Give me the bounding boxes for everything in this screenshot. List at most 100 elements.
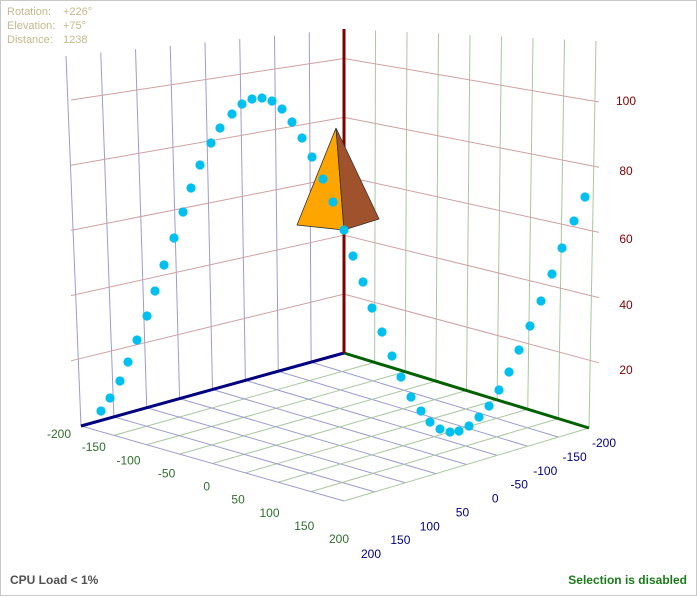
data-point	[267, 96, 277, 106]
z-tick-label: 100	[420, 519, 440, 533]
x-tick-label: -200	[47, 427, 71, 441]
data-point	[339, 225, 349, 235]
data-point	[580, 192, 590, 202]
data-point	[514, 345, 524, 355]
data-point	[416, 406, 426, 416]
data-point	[247, 94, 257, 104]
data-point	[547, 269, 557, 279]
selection-status: Selection is disabled	[568, 573, 687, 587]
data-point	[227, 109, 237, 119]
data-point	[406, 392, 416, 402]
data-point	[215, 123, 225, 133]
data-point	[474, 412, 484, 422]
data-point	[536, 296, 546, 306]
cpu-load-status: CPU Load < 1%	[10, 573, 99, 587]
x-tick-label: -50	[158, 466, 176, 480]
grid-line	[274, 35, 279, 372]
data-point	[435, 424, 445, 434]
grid-line	[466, 34, 471, 391]
data-point	[237, 99, 247, 109]
grid-line	[435, 33, 439, 382]
z-tick-label: -200	[592, 436, 616, 450]
grid-line	[239, 39, 246, 381]
grid-line	[343, 57, 600, 103]
data-point	[277, 104, 287, 114]
grid-line	[135, 49, 148, 408]
data-point	[328, 197, 338, 207]
y-tick-label: 100	[616, 94, 636, 108]
data-point	[132, 335, 142, 345]
data-point	[115, 376, 125, 386]
grid-line	[496, 36, 502, 400]
grid-line	[374, 30, 376, 363]
data-point	[377, 327, 387, 337]
grid-line	[70, 57, 345, 101]
x-tick-label: 150	[294, 519, 314, 533]
chart-3d: -200-150-100-50050100150200-200-150-100-…	[47, 29, 636, 561]
data-point	[96, 406, 106, 416]
data-point	[195, 160, 205, 170]
data-point	[178, 207, 188, 217]
data-point	[150, 286, 160, 296]
data-point	[494, 385, 504, 395]
data-point	[159, 260, 169, 270]
grid-line	[70, 293, 345, 362]
data-point	[396, 372, 406, 382]
y-tick-label: 80	[619, 164, 633, 178]
data-point	[318, 174, 328, 184]
data-point	[504, 367, 514, 377]
data-point	[169, 233, 179, 243]
data-point	[307, 152, 317, 162]
grid-line	[343, 116, 600, 168]
data-point	[105, 393, 115, 403]
z-tick-label: 50	[456, 505, 470, 519]
x-tick-label: 100	[259, 506, 279, 520]
x-tick-label: 50	[231, 493, 245, 507]
data-point	[454, 426, 464, 436]
grid-line	[404, 31, 408, 372]
z-tick-label: -150	[563, 450, 587, 464]
data-point	[387, 351, 397, 361]
data-point	[287, 117, 297, 127]
grid-line	[169, 45, 181, 399]
y-tick-label: 20	[619, 363, 633, 377]
x-tick-label: -100	[116, 453, 140, 467]
data-point	[297, 133, 307, 143]
data-point	[425, 417, 435, 427]
data-point	[569, 216, 579, 226]
data-point	[525, 321, 535, 331]
z-tick-label: 200	[361, 547, 381, 561]
data-point	[257, 93, 267, 103]
grid-line	[527, 37, 534, 410]
z-tick-label: -50	[511, 478, 529, 492]
z-tick-label: 150	[390, 533, 410, 547]
data-point	[367, 303, 377, 313]
z-tick-label: 0	[492, 492, 499, 506]
chart-viewport[interactable]: Rotation: +226° Elevation: +75° Distance: 1…	[0, 0, 697, 596]
grid-line	[588, 40, 597, 429]
grid-line	[70, 234, 345, 297]
data-point	[445, 427, 455, 437]
data-point	[348, 251, 358, 261]
data-point	[464, 421, 474, 431]
data-point	[557, 243, 567, 253]
z-tick-label: -100	[533, 464, 557, 478]
y-tick-label: 60	[619, 232, 633, 246]
grid-line	[100, 52, 115, 417]
data-point	[123, 357, 133, 367]
grid-line	[343, 175, 600, 233]
pyramid-side-face	[335, 127, 380, 231]
x-axis	[80, 351, 345, 428]
data-point	[206, 138, 216, 148]
grid-line	[204, 42, 213, 390]
grid-line	[65, 55, 82, 427]
data-point	[358, 277, 368, 287]
data-point	[186, 183, 196, 193]
data-point	[484, 401, 494, 411]
x-tick-label: -150	[82, 440, 106, 454]
data-point	[142, 311, 152, 321]
x-tick-label: 200	[329, 532, 349, 546]
x-tick-label: 0	[203, 480, 210, 494]
y-tick-label: 40	[619, 298, 633, 312]
grid-line	[212, 390, 467, 464]
